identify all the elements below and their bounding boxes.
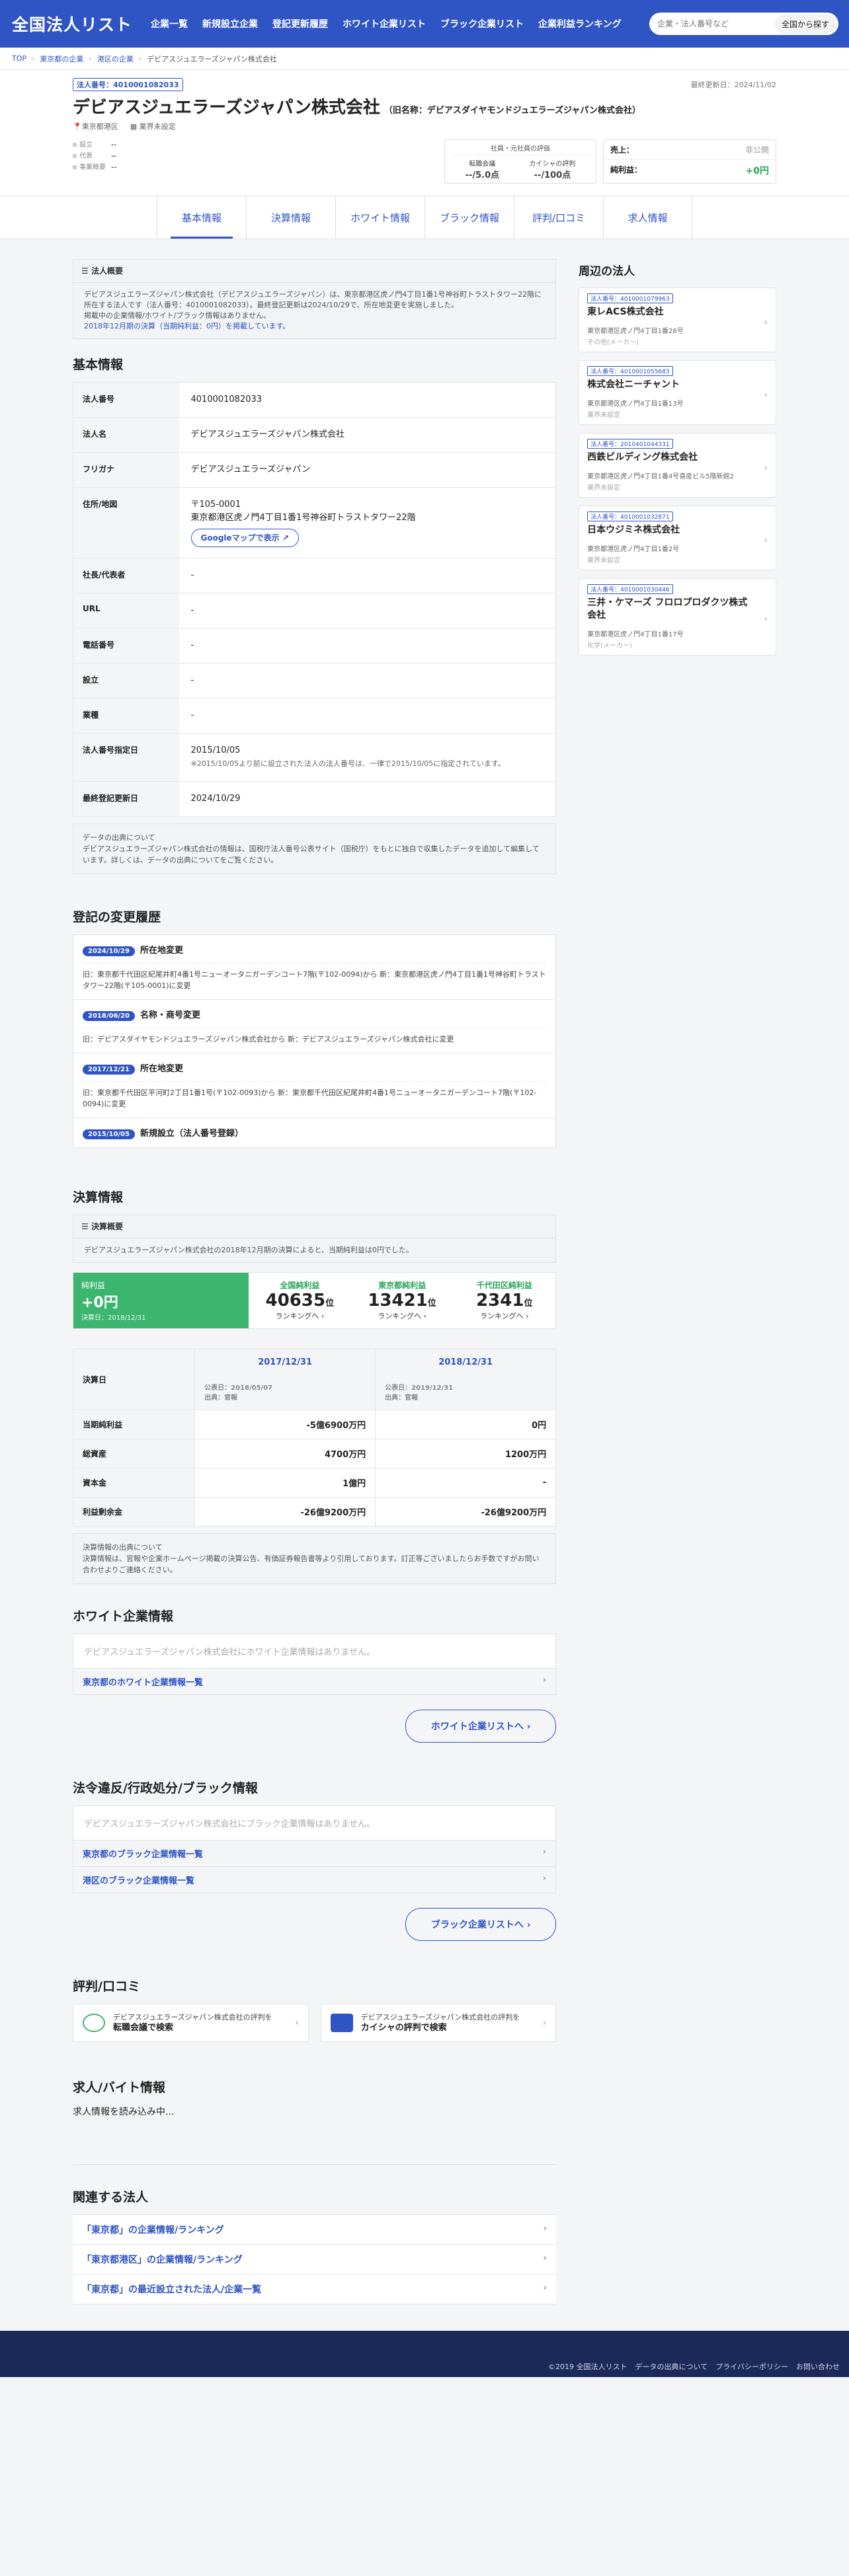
registry-history: 2024/10/29 所在地変更 旧：東京都千代田区紀尾井町4番1号ニューオータニガ… (73, 934, 557, 1148)
history-item: 2015/10/05 新規設立（法人番号登録） (73, 1118, 555, 1147)
footer-contact-link[interactable]: お問い合わせ (796, 2361, 840, 2372)
site-logo[interactable]: 全国法人リスト (12, 12, 142, 36)
nav-profit-ranking[interactable]: 企業利益ランキング (538, 17, 622, 30)
related-link[interactable]: 「東京都」の最近設立された法人/企業一覧 › (73, 2275, 557, 2304)
nav-black-list[interactable]: ブラック企業リスト (440, 17, 524, 30)
main-content: ☰ 法人概要 デビアスジュエラーズジャパン株式会社（デビアスジュエラーズジャパン… (72, 259, 557, 2304)
basic-heading: 基本情報 (73, 358, 124, 372)
nearby-card[interactable]: 法人番号：4010001055683 株式会社ニーチャント 東京都港区虎ノ門4丁目1… (579, 360, 776, 425)
breadcrumb-top[interactable]: TOP (12, 54, 26, 63)
former-name: （旧名称：デビアスダイヤモンドジュエラーズジャパン株式会社） (384, 106, 641, 116)
history-item: 2017/12/21 所在地変更 旧：東京都千代田区平河町2丁目1番1号(〒102-… (73, 1053, 556, 1118)
tab-basic[interactable]: 基本情報 (157, 196, 246, 239)
net-income-card: 純利益 +0円 決算日：2018/12/31 (73, 1273, 249, 1328)
black-list-button[interactable]: ブラック企業リストへ › (405, 1908, 557, 1941)
review-card-kaisha[interactable]: デビアスジュエラーズジャパン株式会社の評判を カイシャの評判で検索 › (320, 2004, 557, 2042)
breadcrumb: TOP › 東京都の企業 › 港区の企業 › デビアスジュエラーズジャパン株式会社 (0, 48, 849, 70)
tab-jobs[interactable]: 求人情報 (603, 196, 692, 239)
header-search: 全国から探す (649, 13, 838, 35)
google-map-button[interactable]: Googleマップで表示 ↗ (190, 529, 299, 547)
search-button[interactable]: 全国から探す (774, 14, 836, 34)
nav-new-companies[interactable]: 新規設立企業 (202, 17, 258, 30)
white-heading: ホワイト企業情報 (73, 1609, 174, 1624)
tenshoku-logo-icon (83, 2014, 105, 2032)
global-nav: 企業一覧 新規設立企業 登記更新履歴 ホワイト企業リスト ブラック企業リスト 企… (151, 17, 649, 30)
tab-finance[interactable]: 決算情報 (246, 196, 335, 239)
black-none: デビアスジュエラーズジャパン株式会社にブラック企業情報はありません。 (73, 1805, 557, 1840)
data-source-note: データの出典について デビアスジュエラーズジャパン株式会社の情報は、国税庁法人番号… (73, 823, 557, 874)
history-item: 2024/10/29 所在地変更 旧：東京都千代田区紀尾井町4番1号ニューオータニガ… (73, 935, 556, 1000)
white-list-link[interactable]: 東京都のホワイト企業情報一覧 › (73, 1669, 557, 1695)
last-updated: 最終更新日：2024/11/02 (690, 81, 776, 89)
sidebar: 周辺の法人 法人番号：4010001079963 東レACS株式会社 東京都港区虎ノ… (579, 259, 776, 2304)
jobs-heading: 求人/バイト情報 (73, 2080, 165, 2095)
jobs-loading: 求人情報を読み込み中... (73, 2107, 175, 2117)
tab-black[interactable]: ブラック情報 (425, 196, 514, 239)
site-header: 全国法人リスト 企業一覧 新規設立企業 登記更新履歴 ホワイト企業リスト ブラッ… (0, 0, 849, 48)
review-score-box: 社員・元社員の評価 転職会議 --/5.0点 カイシャの評判 --/100点 (444, 139, 596, 184)
related-link[interactable]: 「東京都」の企業情報/ランキング › (73, 2215, 557, 2245)
company-header: 法人番号：4010001082033 最終更新日：2024/11/02 デビアス… (0, 70, 849, 196)
site-footer: ©2019 全国法人リスト データの出典について プライバシーポリシー お問い合… (0, 2331, 849, 2377)
black-list-link-tokyo[interactable]: 東京都のブラック企業情報一覧 › (73, 1840, 557, 1867)
footer-privacy-link[interactable]: プライバシーポリシー (715, 2361, 788, 2372)
basic-info-table: 法人番号 4010001082033 法人名 デビアスジュエラーズジャパン株式会社 … (73, 382, 557, 817)
corp-number-badge: 法人番号：4010001082033 (73, 78, 183, 91)
nearby-card[interactable]: 法人番号：2010401044331 西鉄ビルディング株式会社 東京都港区虎ノ門4丁… (579, 433, 776, 498)
nearby-card[interactable]: 法人番号：4010001079963 東レACS株式会社 東京都港区虎ノ門4丁目1番… (579, 287, 776, 352)
pin-icon: 📍 (73, 122, 82, 131)
history-heading: 登記の変更履歴 (73, 910, 161, 925)
kaisha-logo-icon (330, 2014, 353, 2032)
finance-summary: 純利益 +0円 決算日：2018/12/31 全国純利益 40635位 ランキングへ ›… (73, 1272, 557, 1329)
nearby-card[interactable]: 法人番号：4010001032871 日本ウジミネ株式会社 東京都港区虎ノ門4丁目1… (579, 506, 776, 570)
nav-registry-history[interactable]: 登記更新履歴 (272, 17, 328, 30)
finance-heading: 決算情報 (73, 1190, 124, 1205)
tab-review[interactable]: 評判/口コミ (514, 196, 603, 239)
review-heading: 評判/口コミ (73, 1979, 140, 1994)
address: 東京都港区虎ノ門4丁目1番1号神谷町トラストタワー22階 (190, 513, 416, 523)
breadcrumb-tokyo[interactable]: 東京都の企業 (40, 54, 83, 64)
footer-source-link[interactable]: データの出典について (635, 2361, 708, 2372)
location: 📍東京都港区 (73, 122, 118, 131)
overview-box: ☰ 法人概要 デビアスジュエラーズジャパン株式会社（デビアスジュエラーズジャパン… (73, 259, 557, 339)
nav-company-list[interactable]: 企業一覧 (151, 17, 188, 30)
finance-summary-box: 売上： 非公開 純利益： +0円 (603, 139, 776, 184)
rank-tokyo[interactable]: 東京都純利益 13421位 ランキングへ › (351, 1273, 454, 1328)
company-name: デビアスジュエラーズジャパン株式会社 （旧名称：デビアスダイヤモンドジュエラーズジ… (73, 98, 641, 118)
company-summary: 設立 -- 代表 -- 事業概要 -- (73, 139, 438, 184)
list-icon: ☰ (81, 266, 91, 276)
building-icon: ▦ (130, 122, 138, 131)
finance-table: 決算日 2017/12/31 公表日：2018/05/07 出典：官報 2018/1… (72, 1349, 557, 1527)
list-icon: ☰ (81, 1222, 91, 1231)
rank-ward[interactable]: 千代田区純利益 2341位 ランキングへ › (453, 1273, 555, 1328)
finance-overview: ☰ 決算概要 デビアスジュエラーズジャパン株式会社の2018年12月期の決算によ… (73, 1215, 557, 1263)
rank-national[interactable]: 全国純利益 40635位 ランキングへ › (249, 1273, 351, 1328)
tab-white[interactable]: ホワイト情報 (335, 196, 425, 239)
nav-white-list[interactable]: ホワイト企業リスト (343, 17, 426, 30)
nearby-heading: 周辺の法人 (579, 265, 635, 278)
copyright: ©2019 全国法人リスト (548, 2363, 627, 2371)
white-list-button[interactable]: ホワイト企業リストへ › (405, 1710, 557, 1743)
related-link[interactable]: 「東京都港区」の企業情報/ランキング › (73, 2245, 557, 2275)
related-heading: 関連する法人 (73, 2190, 149, 2205)
black-list-link-minato[interactable]: 港区のブラック企業情報一覧 › (73, 1867, 557, 1893)
industry: ▦ 業界未設定 (130, 122, 176, 131)
search-input[interactable] (657, 19, 772, 28)
black-heading: 法令違反/行政処分/ブラック情報 (73, 1781, 258, 1796)
breadcrumb-minato[interactable]: 港区の企業 (97, 54, 134, 64)
section-tabs: 基本情報 決算情報 ホワイト情報 ブラック情報 評判/口コミ 求人情報 (0, 196, 849, 239)
nearby-card[interactable]: 法人番号：4010001030446 三井・ケマーズ フロロプロダクツ株式会社 東京… (579, 578, 776, 656)
white-none: デビアスジュエラーズジャパン株式会社にホワイト企業情報はありません。 (73, 1634, 557, 1669)
review-card-tenshoku[interactable]: デビアスジュエラーズジャパン株式会社の評判を 転職会議で検索 › (73, 2004, 309, 2042)
breadcrumb-current: デビアスジュエラーズジャパン株式会社 (147, 54, 277, 63)
history-item: 2018/06/20 名称・商号変更 旧：デビアスダイヤモンドジュエラーズジャパン株… (73, 1000, 556, 1053)
finance-source-note: 決算情報の出典について 決算情報は、官報や企業ホームページ掲載の決算公告、有価証券… (73, 1533, 557, 1584)
